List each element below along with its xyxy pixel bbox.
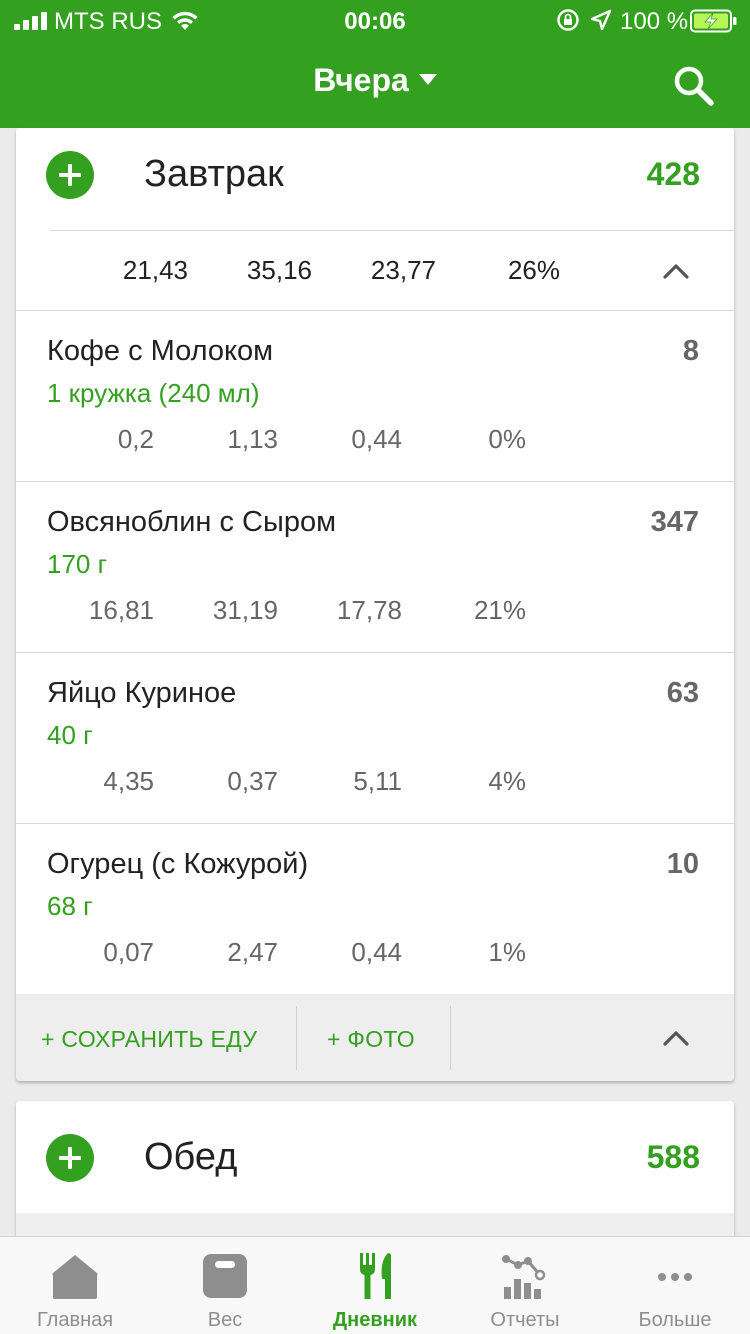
- collapse-chevron-icon[interactable]: [662, 1030, 690, 1046]
- battery-percent: 100 %: [620, 8, 689, 35]
- meal-summary-row[interactable]: 21,43 35,16 23,77 26%: [50, 230, 734, 310]
- tab-label: Вес: [207, 1309, 243, 1331]
- location-icon: [590, 9, 612, 31]
- food-carbs: 31,19: [212, 595, 278, 625]
- tab-label: Отчеты: [490, 1309, 560, 1331]
- food-carbs: 2,47: [227, 937, 278, 967]
- meal-header: Обед 588: [16, 1101, 734, 1213]
- food-name: Яйцо Куриное: [47, 677, 237, 709]
- meal-title: Обед: [144, 1136, 238, 1178]
- food-name: Кофе с Молоком: [47, 335, 274, 367]
- food-item[interactable]: Овсяноблин с Сыром 347 170 г 16,81 31,19…: [16, 481, 734, 652]
- rotation-lock-icon: [557, 9, 579, 31]
- food-percent: 21%: [473, 595, 526, 625]
- food-carbs: 0,37: [227, 766, 278, 796]
- food-calories: 63: [666, 677, 699, 709]
- tab-bar: Главная Вес Дневник Отчеты Больше: [0, 1236, 750, 1334]
- add-food-button[interactable]: [46, 1134, 94, 1182]
- more-icon: [658, 1273, 692, 1281]
- food-item[interactable]: Яйцо Куриное 63 40 г 4,35 0,37 5,11 4%: [16, 652, 734, 823]
- food-fat: 0,07: [103, 937, 154, 967]
- food-protein: 17,78: [336, 595, 402, 625]
- food-calories: 10: [666, 848, 699, 880]
- food-fat: 4,35: [103, 766, 154, 796]
- meal-header: Завтрак 428: [16, 128, 734, 230]
- summary-percent: 26%: [507, 255, 560, 285]
- food-protein: 0,44: [351, 937, 402, 967]
- food-name: Огурец (с Кожурой): [47, 848, 309, 880]
- meal-title: Завтрак: [144, 153, 284, 195]
- food-name: Овсяноблин с Сыром: [47, 506, 337, 538]
- food-percent: 4%: [488, 766, 526, 796]
- tab-label: Дневник: [332, 1309, 418, 1331]
- summary-protein: 23,77: [370, 255, 436, 285]
- food-item[interactable]: Кофе с Молоком 8 1 кружка (240 мл) 0,2 1…: [16, 310, 734, 481]
- meal-calories: 588: [646, 1139, 700, 1175]
- tab-diary[interactable]: Дневник: [300, 1237, 450, 1334]
- food-portion: 1 кружка (240 мл): [47, 378, 260, 408]
- save-food-button[interactable]: + СОХРАНИТЬ ЕДУ: [41, 1026, 257, 1053]
- food-portion: 170 г: [47, 549, 108, 579]
- add-food-button[interactable]: [46, 151, 94, 199]
- tab-label: Главная: [36, 1309, 114, 1331]
- food-fat: 0,2: [117, 424, 154, 454]
- food-percent: 0%: [488, 424, 526, 454]
- tab-label: Больше: [638, 1309, 712, 1331]
- food-protein: 0,44: [351, 424, 402, 454]
- scale-icon: [203, 1254, 247, 1298]
- food-portion: 68 г: [47, 891, 93, 921]
- food-portion: 40 г: [47, 720, 93, 750]
- meal-card-breakfast: Завтрак 428 21,43 35,16 23,77 26% Кофе с…: [16, 128, 734, 1081]
- tab-reports[interactable]: Отчеты: [450, 1237, 600, 1334]
- summary-fat: 21,43: [122, 255, 188, 285]
- food-calories: 8: [682, 335, 699, 367]
- date-selector[interactable]: Вчера: [0, 62, 750, 99]
- battery-icon: [690, 9, 737, 33]
- chevron-up-icon[interactable]: [662, 263, 690, 279]
- food-item[interactable]: Огурец (с Кожурой) 10 68 г 0,07 2,47 0,4…: [16, 823, 734, 994]
- search-icon[interactable]: [672, 64, 716, 108]
- date-title: Вчера: [313, 62, 409, 98]
- food-calories: 347: [650, 506, 699, 538]
- tab-more[interactable]: Больше: [600, 1237, 750, 1334]
- food-fat: 16,81: [88, 595, 154, 625]
- meal-actions-bar: + СОХРАНИТЬ ЕДУ + ФОТО: [16, 994, 734, 1081]
- app-header: MTS RUS 00:06 100 % Вчера: [0, 0, 750, 128]
- chart-icon: [502, 1255, 546, 1299]
- status-bar: MTS RUS 00:06 100 %: [0, 0, 750, 42]
- caret-down-icon: [418, 74, 437, 86]
- fork-knife-icon: [360, 1253, 391, 1299]
- summary-carbs: 35,16: [246, 255, 312, 285]
- meal-calories: 428: [646, 156, 700, 192]
- food-protein: 5,11: [353, 766, 402, 796]
- add-photo-button[interactable]: + ФОТО: [327, 1026, 415, 1053]
- food-carbs: 1,13: [227, 424, 278, 454]
- food-percent: 1%: [488, 937, 526, 967]
- divider: [450, 1006, 451, 1070]
- tab-home[interactable]: Главная: [0, 1237, 150, 1334]
- home-icon: [52, 1255, 98, 1299]
- divider: [296, 1006, 297, 1070]
- tab-weight[interactable]: Вес: [150, 1237, 300, 1334]
